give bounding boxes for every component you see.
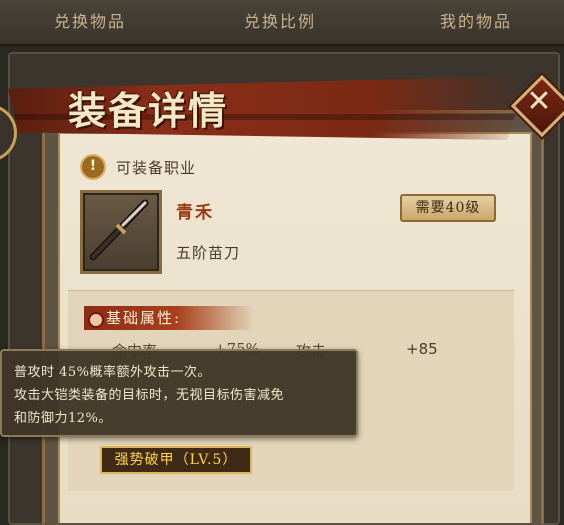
equipable-job-row: ! 可装备职业 <box>80 154 196 180</box>
tab-exchange-items[interactable]: 兑换物品 <box>10 8 170 36</box>
tab-my-items[interactable]: 我的物品 <box>396 8 556 36</box>
blade-weapon-icon <box>89 199 149 261</box>
attribute-attack-value: +85 <box>406 340 438 358</box>
close-button[interactable]: ✕ <box>510 74 564 138</box>
tooltip-line: 攻击大铠类装备的目标时，无视目标伤害减免 <box>14 388 285 403</box>
modal-title: 装备详情 <box>68 88 229 133</box>
skill-tooltip: 普攻时 45%概率额外攻击一次。 攻击大铠类装备的目标时，无视目标伤害减免 和防… <box>0 349 358 437</box>
equipable-job-label: 可装备职业 <box>116 158 197 177</box>
close-x-icon: ✕ <box>526 84 552 119</box>
item-type: 五阶苗刀 <box>176 244 241 262</box>
skill-badge[interactable]: 强势破甲（LV.5） <box>100 446 252 474</box>
tooltip-line: 普攻时 45%概率额外攻击一次。 <box>14 365 212 380</box>
attribute-title: 基础属性: <box>106 309 182 327</box>
tooltip-line: 和防御力12%。 <box>14 411 112 426</box>
tab-exchange-ratio[interactable]: 兑换比例 <box>200 8 360 36</box>
item-slot[interactable] <box>80 190 162 274</box>
warning-icon: ! <box>80 154 106 180</box>
level-requirement-badge: 需要40级 <box>400 194 496 222</box>
attribute-bullet-icon <box>88 312 104 328</box>
tab-bar: 兑换物品 兑换比例 我的物品 <box>0 0 564 46</box>
item-name: 青禾 <box>176 203 214 223</box>
